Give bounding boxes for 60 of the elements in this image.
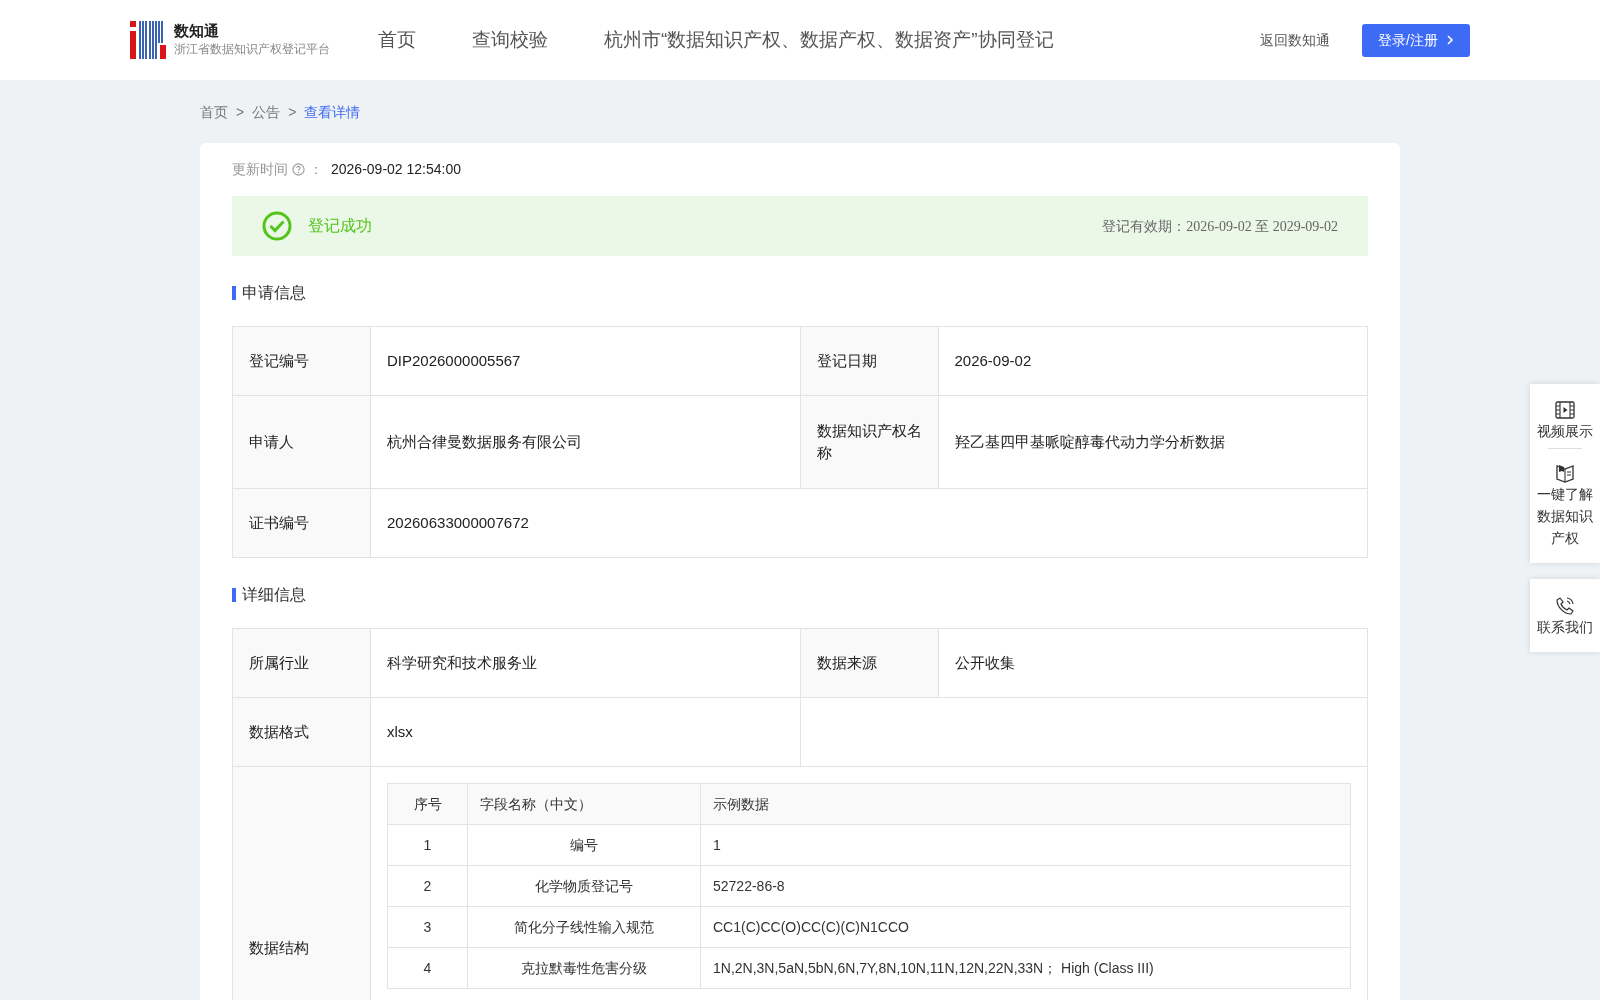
colon: ： bbox=[309, 160, 323, 179]
logo-icon bbox=[130, 21, 166, 59]
table-cell: 1 bbox=[387, 824, 468, 866]
field-label: 证书编号 bbox=[232, 488, 371, 558]
table-cell: 简化分子线性输入规范 bbox=[467, 906, 701, 948]
breadcrumb-separator: > bbox=[288, 104, 297, 120]
validity-period: 登记有效期：2026-09-02 至 2029-09-02 bbox=[1102, 217, 1338, 236]
table-cell: 2 bbox=[387, 865, 468, 907]
film-icon bbox=[1555, 401, 1575, 420]
table-cell: 52722-86-8 bbox=[700, 865, 1351, 907]
column-header: 示例数据 bbox=[700, 783, 1351, 825]
table-cell: 1N,2N,3N,5aN,5bN,6N,7Y,8N,10N,11N,12N,22N,33N； High (Class III) bbox=[700, 947, 1351, 989]
field-value: DIP2026000005567 bbox=[370, 326, 800, 396]
help-icon[interactable] bbox=[292, 163, 305, 176]
breadcrumb-link[interactable]: 公告 bbox=[252, 104, 281, 120]
table-cell: 3 bbox=[387, 906, 468, 948]
field-value: 羟乙基四甲基哌啶醇毒代动力学分析数据 bbox=[938, 395, 1368, 489]
nav-link[interactable]: 杭州市“数据知识产权、数据产权、数据资产”协同登记 bbox=[604, 25, 1054, 55]
field-label: 登记编号 bbox=[232, 326, 371, 396]
chevron-right-icon bbox=[1446, 35, 1454, 45]
section-title: 申请信息 bbox=[232, 286, 1368, 300]
field-label: 数据来源 bbox=[800, 628, 938, 698]
breadcrumb-separator: > bbox=[236, 104, 245, 120]
table-cell: 化学物质登记号 bbox=[467, 865, 701, 907]
column-header: 字段名称（中文） bbox=[467, 783, 701, 825]
login-button[interactable]: 登录/注册 bbox=[1362, 23, 1470, 57]
table-cell: 编号 bbox=[467, 824, 701, 866]
field-value: 杭州合律曼数据服务有限公司 bbox=[370, 395, 800, 489]
side-panel-link[interactable]: 视频展示 bbox=[1536, 420, 1594, 442]
phone-icon bbox=[1555, 595, 1575, 616]
brand-name: 数知通 bbox=[174, 22, 220, 40]
table-cell: 4 bbox=[387, 947, 468, 989]
table-cell: CC1(C)CC(O)CC(C)(C)N1CCO bbox=[700, 906, 1351, 948]
field-label: 数据格式 bbox=[232, 697, 371, 767]
field-value: xlsx bbox=[370, 697, 800, 767]
field-value: 科学研究和技术服务业 bbox=[370, 628, 800, 698]
field-value: 公开收集 bbox=[938, 628, 1368, 698]
table-cell: 克拉默毒性危害分级 bbox=[467, 947, 701, 989]
book-icon bbox=[1555, 463, 1575, 484]
nav-link[interactable]: 首页 bbox=[378, 25, 416, 55]
back-link[interactable]: 返回数知通 bbox=[1260, 29, 1331, 51]
update-time: 2026-09-02 12:54:00 bbox=[331, 160, 461, 179]
field-label: 数据知识产权名称 bbox=[800, 395, 938, 489]
breadcrumb-link[interactable]: 查看详情 bbox=[304, 104, 361, 120]
nav-link[interactable]: 查询校验 bbox=[472, 25, 548, 55]
section-title: 详细信息 bbox=[232, 588, 1368, 602]
breadcrumb-link[interactable]: 首页 bbox=[200, 104, 228, 120]
field-label: 所属行业 bbox=[232, 628, 371, 698]
table-cell: 1 bbox=[700, 824, 1351, 866]
side-panel-link[interactable]: 一键了解数据知识产权 bbox=[1536, 483, 1594, 550]
success-check-icon bbox=[262, 211, 292, 241]
field-label: 数据结构 bbox=[232, 766, 371, 1000]
field-value: 20260633000007672 bbox=[370, 488, 1368, 558]
field-label: 登记日期 bbox=[800, 326, 938, 396]
brand-subtitle: 浙江省数据知识产权登记平台 bbox=[174, 41, 330, 58]
field-label: 申请人 bbox=[232, 395, 371, 489]
status-text: 登记成功 bbox=[308, 216, 372, 236]
column-header: 序号 bbox=[387, 783, 468, 825]
update-label: 更新时间 bbox=[232, 160, 288, 179]
field-value: 2026-09-02 bbox=[938, 326, 1368, 396]
